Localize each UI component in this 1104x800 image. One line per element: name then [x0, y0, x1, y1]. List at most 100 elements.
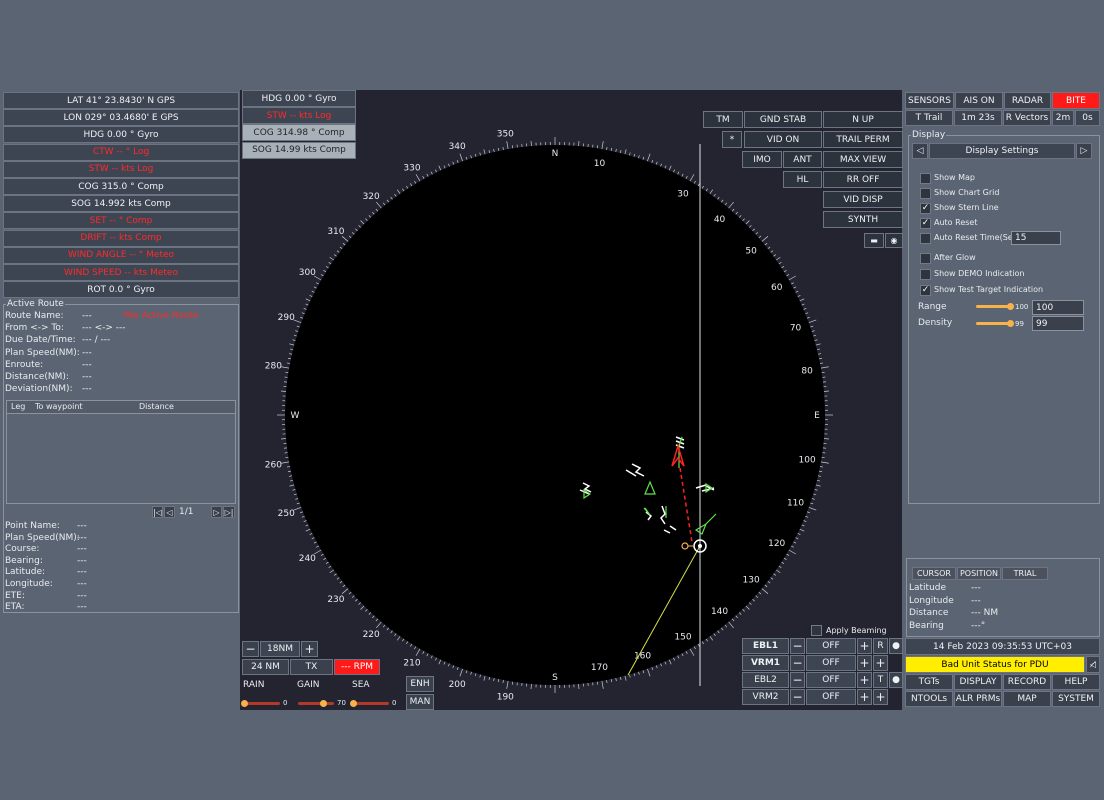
range-slider-track[interactable]: [976, 305, 1010, 308]
rr-off-button[interactable]: RR OFF: [823, 171, 903, 188]
rings-button[interactable]: 24 NM: [242, 659, 289, 675]
vrm1-decrease-button[interactable]: −: [790, 655, 805, 671]
prev-page-button[interactable]: ◁: [164, 506, 175, 518]
relative-vectors-button[interactable]: R Vectors: [1003, 110, 1051, 126]
ebl1-dot-icon[interactable]: ●: [889, 638, 903, 654]
option-checkbox[interactable]: ✓: [920, 203, 931, 214]
gain-value: 70: [337, 699, 346, 707]
menu-alr-prms-button[interactable]: ALR PRMs: [954, 691, 1002, 707]
option-checkbox[interactable]: [920, 253, 931, 264]
option-checkbox[interactable]: [920, 233, 931, 244]
apply-beaming-checkbox[interactable]: [811, 625, 822, 636]
point-field-label: Longitude:: [5, 579, 53, 589]
vrm1-button[interactable]: VRM1: [742, 655, 789, 671]
trail-time: 1m 23s: [954, 110, 1002, 126]
ais-on-button[interactable]: AIS ON: [955, 92, 1003, 109]
menu-record-button[interactable]: RECORD: [1003, 674, 1051, 690]
density-slider-track[interactable]: [976, 322, 1010, 325]
alarm-message[interactable]: Bad Unit Status for PDU: [905, 656, 1085, 673]
ebl1-decrease-button[interactable]: −: [790, 638, 805, 654]
sea-slider-track[interactable]: [353, 702, 389, 705]
sea-slider-handle[interactable]: [350, 700, 357, 707]
range-slider-handle[interactable]: [1007, 303, 1014, 310]
gain-slider-track[interactable]: [298, 702, 334, 705]
vrm2-button[interactable]: VRM2: [742, 689, 789, 705]
vrm2-increase-button[interactable]: +: [857, 689, 872, 705]
radar-button[interactable]: RADAR: [1004, 92, 1051, 109]
next-page-button[interactable]: ▷: [211, 506, 222, 518]
rain-label: RAIN: [243, 680, 265, 690]
vid-disp-button[interactable]: VID DISP: [823, 191, 903, 208]
ant-button[interactable]: ANT: [783, 151, 822, 168]
trail-perm-button[interactable]: TRAIL PERM: [823, 131, 903, 148]
menu-tgts-button[interactable]: TGTs: [905, 674, 953, 690]
first-page-button[interactable]: |◁: [152, 506, 163, 518]
tx-button[interactable]: TX: [290, 659, 333, 675]
density-slider-handle[interactable]: [1006, 320, 1014, 327]
option-checkbox[interactable]: [920, 173, 931, 184]
display-panel: Display ◁ Display Settings ▷ Show Map Sho…: [908, 130, 1100, 504]
range-setting-input[interactable]: 100: [1032, 300, 1084, 315]
option-checkbox[interactable]: [920, 269, 931, 280]
tab-trial[interactable]: TRIAL: [1002, 567, 1048, 580]
vrm2-decrease-button[interactable]: −: [790, 689, 805, 705]
range-increase-button[interactable]: +: [301, 641, 318, 657]
tm-button[interactable]: TM: [703, 111, 743, 128]
ebl1-button[interactable]: EBL1: [742, 638, 789, 654]
rpm-indicator[interactable]: --- RPM: [334, 659, 380, 675]
vrm2-fine-increase-button[interactable]: +: [873, 689, 888, 705]
density-setting-label: Density: [918, 318, 953, 328]
menu-display-button[interactable]: DISPLAY: [954, 674, 1002, 690]
sensors-button[interactable]: SENSORS: [905, 92, 954, 109]
last-page-button[interactable]: ▷|: [223, 506, 235, 518]
vrm1-increase-button[interactable]: +: [857, 655, 872, 671]
option-checkbox[interactable]: ✓: [920, 218, 931, 229]
gnd-stab-button[interactable]: GND STAB: [744, 111, 822, 128]
menu-map-button[interactable]: MAP: [1003, 691, 1051, 707]
hl-button[interactable]: HL: [783, 171, 822, 188]
ebl2-decrease-button[interactable]: −: [790, 672, 805, 688]
rain-slider-track[interactable]: [244, 702, 280, 705]
compass-label-100: 100: [799, 455, 816, 465]
tab-cursor[interactable]: CURSOR: [912, 567, 956, 580]
next-settings-button[interactable]: ▷: [1076, 143, 1092, 159]
density-setting-input[interactable]: 99: [1032, 316, 1084, 331]
synth-button[interactable]: SYNTH: [823, 211, 903, 228]
cursor-field-value: ---°: [971, 620, 986, 631]
save-icon[interactable]: ▬: [864, 233, 884, 248]
option-checkbox[interactable]: [920, 188, 931, 199]
max-view-button[interactable]: MAX VIEW: [823, 151, 903, 168]
man-button[interactable]: MAN: [406, 694, 434, 710]
ebl2-increase-button[interactable]: +: [857, 672, 872, 688]
enh-button[interactable]: ENH: [406, 676, 434, 692]
range-setting-value: 100: [1015, 303, 1029, 311]
cursor-field-label: Longitude: [909, 595, 954, 606]
imo-button[interactable]: IMO: [742, 151, 782, 168]
range-decrease-button[interactable]: −: [242, 641, 259, 657]
ebl2-dot-icon[interactable]: ●: [889, 672, 903, 688]
vid-on-button[interactable]: VID ON: [744, 131, 822, 148]
menu-help-button[interactable]: HELP: [1052, 674, 1100, 690]
ebl1-mode-button[interactable]: R: [873, 638, 888, 654]
true-trail-button[interactable]: T Trail: [905, 110, 953, 126]
menu-system-button[interactable]: SYSTEM: [1052, 691, 1100, 707]
n-up-button[interactable]: N UP: [823, 111, 903, 128]
vrm1-fine-increase-button[interactable]: +: [873, 655, 888, 671]
mute-alarm-icon[interactable]: ◁̸: [1086, 656, 1100, 673]
ebl1-increase-button[interactable]: +: [857, 638, 872, 654]
compass-label-210: 210: [403, 659, 420, 669]
ebl2-button[interactable]: EBL2: [742, 672, 789, 688]
option-checkbox[interactable]: ✓: [920, 285, 931, 296]
star-button[interactable]: *: [722, 131, 742, 148]
rain-slider-handle[interactable]: [241, 700, 248, 707]
camera-icon[interactable]: ◉: [885, 233, 903, 248]
route-legs-table[interactable]: Leg To waypoint Distance: [6, 400, 236, 504]
prev-settings-button[interactable]: ◁: [912, 143, 928, 159]
menu-ntools-button[interactable]: NTOOLs: [905, 691, 953, 707]
bite-button[interactable]: BITE: [1052, 92, 1100, 109]
tab-position[interactable]: POSITION: [957, 567, 1001, 580]
compass-south: S: [552, 673, 558, 683]
auto-reset-time-input[interactable]: 15: [1011, 231, 1061, 245]
cursor-field-label: Distance: [909, 608, 949, 618]
ebl2-mode-button[interactable]: T: [873, 672, 888, 688]
